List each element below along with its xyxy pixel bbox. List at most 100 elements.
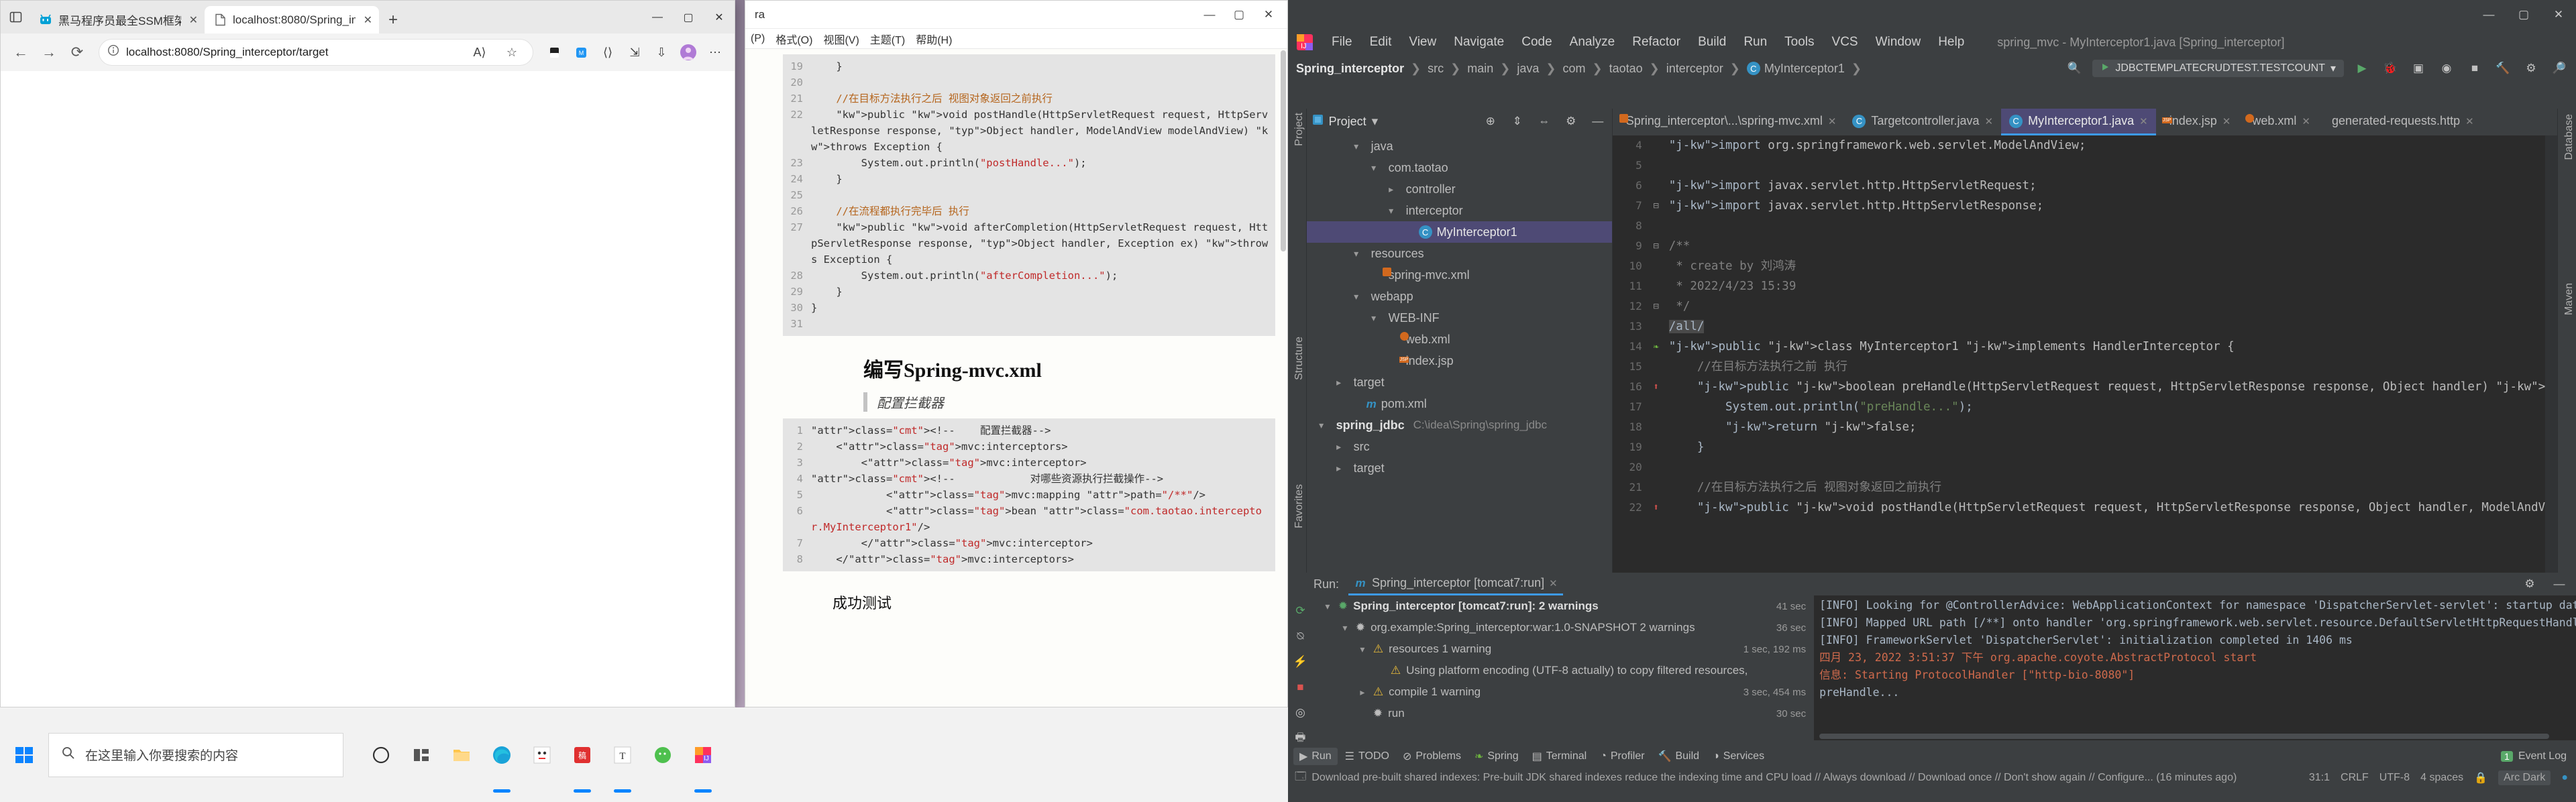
settings-gear-icon[interactable]: ◎ <box>1290 703 1310 723</box>
editor-code-line[interactable]: 13/all/ <box>1613 317 2558 337</box>
idea-icon[interactable]: IJ <box>683 707 723 802</box>
menu-view[interactable]: View <box>1400 30 1445 55</box>
markdown-menubar[interactable]: (P) 格式(O) 视图(V) 主题(T) 帮助(H) <box>745 29 1287 49</box>
browser-window-controls[interactable]: — ▢ ✕ <box>642 1 735 34</box>
settings-icon[interactable]: ⚙ <box>2521 58 2541 78</box>
project-tree-item-interceptor[interactable]: ▾ interceptor <box>1307 200 1612 221</box>
profile-icon[interactable]: ◉ <box>2436 58 2457 78</box>
chevron-down-icon[interactable]: ▾ <box>2330 62 2336 75</box>
tool-button-services[interactable]: ◑ Services <box>1707 748 1770 764</box>
menu-code[interactable]: Code <box>1513 30 1560 55</box>
rerun-icon[interactable]: ⟳ <box>1290 601 1310 621</box>
gutter-marker[interactable]: ⊟ <box>1648 296 1665 317</box>
stop-icon[interactable]: ■ <box>1290 677 1310 697</box>
settings-icon[interactable]: ⚙ <box>2520 574 2540 594</box>
browser-essentials-icon[interactable] <box>541 40 567 65</box>
console-horizontal-scrollbar[interactable] <box>1819 734 2549 739</box>
caret-position[interactable]: 31:1 <box>2309 772 2330 784</box>
theme-indicator[interactable]: Arc Dark <box>2498 770 2551 785</box>
hide-icon[interactable]: — <box>1588 111 1608 131</box>
settings-more-icon[interactable]: ⋯ <box>702 40 728 65</box>
reload-button[interactable]: ⟳ <box>64 39 91 66</box>
build-icon[interactable]: 🔨 <box>2493 58 2513 78</box>
new-tab-button[interactable]: + <box>379 6 407 34</box>
close-tab-icon[interactable]: ✕ <box>1985 115 1994 127</box>
wechat-icon[interactable] <box>643 707 683 802</box>
filter-icon[interactable]: ⚡ <box>1290 652 1310 672</box>
twisty-icon[interactable]: ▾ <box>1351 291 1362 302</box>
close-icon[interactable]: ✕ <box>1254 1 1283 29</box>
gutter-marker[interactable]: ❧ <box>1648 337 1665 357</box>
run-task-row[interactable]: ⚠ Using platform encoding (UTF-8 actually… <box>1313 660 1814 681</box>
project-tree-item-pom-xml[interactable]: m pom.xml <box>1307 393 1612 414</box>
menu-item-format[interactable]: 格式(O) <box>775 31 812 47</box>
project-tree-item-web-xml[interactable]: web.xml <box>1307 329 1612 350</box>
breadcrumb-interceptor[interactable]: interceptor <box>1666 62 1723 76</box>
project-tree-item-webapp[interactable]: ▾ webapp <box>1307 286 1612 307</box>
minimize-icon[interactable]: — <box>642 1 673 34</box>
editor-code-line[interactable]: 22 ⬆ "j-kw">public "j-kw">void postHandle… <box>1613 498 2557 518</box>
event-log-area[interactable]: 1 Event Log <box>2501 750 2567 762</box>
menu-help[interactable]: Help <box>1929 30 1973 55</box>
ide-status-icon[interactable]: ● <box>2561 772 2568 784</box>
editor-tab-generated-requests-http[interactable]: generated-requests.http ✕ <box>2318 109 2482 135</box>
close-tab-icon[interactable]: ✕ <box>186 13 198 27</box>
minimize-icon[interactable]: — <box>2471 0 2506 30</box>
taskbar-search-placeholder[interactable]: 在这里输入你要搜索的内容 <box>85 746 238 764</box>
project-tree-item-target[interactable]: ▸ target <box>1307 457 1612 479</box>
run-icon[interactable]: ▶ <box>2352 58 2372 78</box>
twisty-icon[interactable]: ▾ <box>1368 162 1379 174</box>
task-view-icon[interactable] <box>361 707 401 802</box>
gutter-marker[interactable]: ⊟ <box>1648 196 1665 216</box>
twisty-icon[interactable]: ▾ <box>1357 644 1368 655</box>
gutter-marker[interactable]: ⊟ <box>1648 236 1665 256</box>
editor-code-line[interactable]: 7 ⊟ "j-kw">import javax.servlet.http.HttpS… <box>1613 196 2558 216</box>
menu-item-p[interactable]: (P) <box>751 33 765 45</box>
collections-icon[interactable]: ⟨⟩ <box>595 40 621 65</box>
line-separator[interactable]: CRLF <box>2341 772 2369 784</box>
close-tab-icon[interactable]: ✕ <box>361 13 372 27</box>
project-tree-item-com-taotao[interactable]: ▾ com.taotao <box>1307 157 1612 178</box>
tool-button-build[interactable]: 🔨 Build <box>1652 748 1706 765</box>
favorite-icon[interactable]: ☆ <box>499 40 525 65</box>
wps-icon[interactable]: 稿 <box>562 707 602 802</box>
project-tree-item-spring-mvc-xml[interactable]: spring-mvc.xml <box>1307 264 1612 286</box>
editor-code-line[interactable]: 15 //在目标方法执行之前 执行 <box>1613 357 2558 377</box>
menu-analyze[interactable]: Analyze <box>1561 30 1624 55</box>
indent-setting[interactable]: 4 spaces <box>2420 772 2463 784</box>
breadcrumb-main[interactable]: main <box>1467 62 1493 76</box>
editor-code-line[interactable]: 6 "j-kw">import javax.servlet.http.HttpSe… <box>1613 176 2558 196</box>
editor-tab-web-xml[interactable]: web.xml ✕ <box>2239 109 2318 135</box>
browser-tab-1[interactable]: localhost:8080/Spring_intercepto ✕ <box>205 6 379 34</box>
rail-favorites-label[interactable]: Favorites <box>1293 484 1305 528</box>
start-button[interactable] <box>0 707 48 802</box>
editor-code-line[interactable]: 14 ❧ "j-kw">public "j-kw">class MyIntercep… <box>1613 337 2558 357</box>
avatar[interactable] <box>676 40 701 65</box>
close-tab-icon[interactable]: ✕ <box>2465 115 2474 127</box>
breadcrumb-java[interactable]: java <box>1517 62 1539 76</box>
tool-button-terminal[interactable]: ▤ Terminal <box>1526 748 1593 765</box>
editor-code-line[interactable]: 20 <box>1613 457 2558 477</box>
twisty-icon[interactable]: ▾ <box>1340 622 1350 634</box>
project-tree-item-src[interactable]: ▸ src <box>1307 436 1612 457</box>
toggle-tasks-icon[interactable]: ⍉ <box>1290 626 1310 646</box>
address-bar[interactable]: localhost:8080/Spring_interceptor/target… <box>99 39 533 66</box>
event-log-label[interactable]: Event Log <box>2518 750 2567 762</box>
tool-button-spring[interactable]: ❧ Spring <box>1468 748 1525 765</box>
twisty-icon[interactable]: ▾ <box>1351 141 1362 152</box>
editor-code-line[interactable]: 19 } <box>1613 437 2558 457</box>
editor-code-line[interactable]: 12 ⊟ */ <box>1613 296 2558 317</box>
minimize-icon[interactable]: — <box>1195 1 1224 29</box>
tool-button-profiler[interactable]: ◔ Profiler <box>1594 748 1650 764</box>
editor-code-line[interactable]: 9 ⊟/** <box>1613 236 2558 256</box>
status-message[interactable]: Download pre-built shared indexes: Pre-b… <box>1311 772 2237 784</box>
menu-run[interactable]: Run <box>1735 30 1776 55</box>
gutter-marker[interactable]: ⬆ <box>1648 498 1665 518</box>
breadcrumb-project[interactable]: Spring_interceptor <box>1296 62 1404 76</box>
project-tree-item-controller[interactable]: ▸ controller <box>1307 178 1612 200</box>
editor-tab-index-jsp[interactable]: index.jsp ✕ <box>2156 109 2239 135</box>
markdown-scrollbar[interactable] <box>1281 50 1286 251</box>
close-icon[interactable]: ✕ <box>2541 0 2576 30</box>
run-panel-tab[interactable]: m Spring_interceptor [tomcat7:run] ✕ <box>1348 573 1563 595</box>
editor-tab-myinterceptor1-java[interactable]: C MyInterceptor1.java ✕ <box>2001 109 2156 135</box>
